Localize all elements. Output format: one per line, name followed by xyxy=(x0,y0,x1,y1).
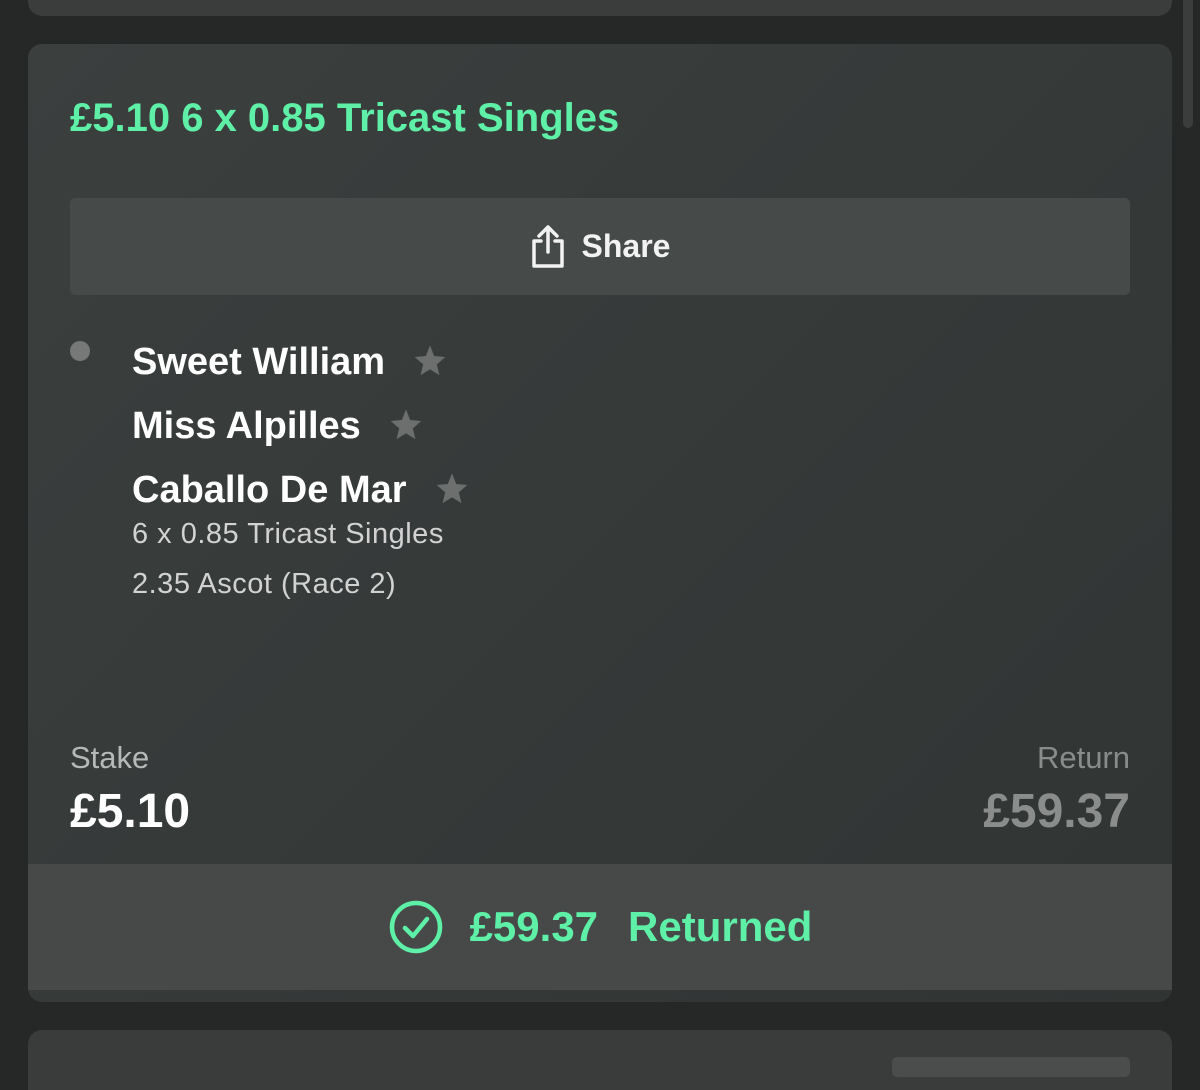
share-icon xyxy=(531,224,564,268)
share-button[interactable]: Share xyxy=(70,198,1130,295)
selection-list: Sweet William Miss Alpilles Caballo De M… xyxy=(132,330,469,522)
selection-name: Caballo De Mar xyxy=(132,468,407,511)
scrollbar[interactable] xyxy=(1183,0,1193,128)
check-circle-icon xyxy=(389,900,442,954)
status-dot xyxy=(70,341,90,361)
selection-item: Miss Alpilles xyxy=(132,394,469,458)
returned-amount: £59.37 xyxy=(469,903,599,950)
return-label: Return xyxy=(1036,740,1130,775)
selection-name: Sweet William xyxy=(132,340,386,383)
stake-label: Stake xyxy=(70,740,150,775)
returned-status-bar: £59.37 Returned xyxy=(28,864,1172,990)
selection-item: Caballo De Mar xyxy=(132,458,469,522)
bet-title: £5.10 6 x 0.85 Tricast Singles xyxy=(70,96,620,140)
bet-card: £5.10 6 x 0.85 Tricast Singles Share Swe… xyxy=(28,44,1172,1002)
race-info: 2.35 Ascot (Race 2) xyxy=(132,568,397,600)
bet-type: 6 x 0.85 Tricast Singles xyxy=(132,518,444,550)
previous-bet-card xyxy=(28,0,1172,16)
stake-value: £5.10 xyxy=(70,785,191,838)
star-icon[interactable] xyxy=(413,344,447,381)
return-value: £59.37 xyxy=(983,785,1130,838)
star-icon[interactable] xyxy=(435,472,469,509)
returned-label: Returned xyxy=(628,903,813,950)
share-label: Share xyxy=(581,228,671,264)
selection-name: Miss Alpilles xyxy=(132,404,361,447)
next-card-button[interactable] xyxy=(892,1057,1130,1077)
star-icon[interactable] xyxy=(389,408,423,445)
selection-item: Sweet William xyxy=(132,330,469,394)
